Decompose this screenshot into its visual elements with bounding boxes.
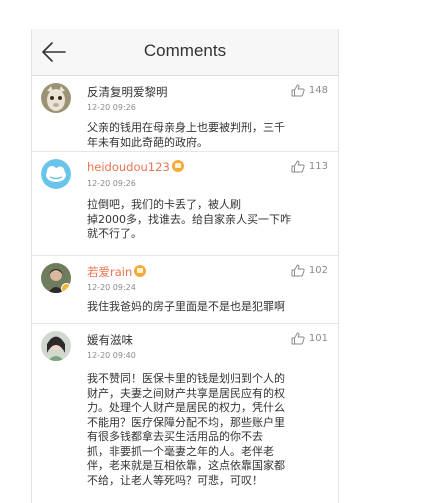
username-text[interactable]: 若爱rain xyxy=(87,265,132,279)
avatar[interactable] xyxy=(41,83,71,113)
comment-line: 就不行了。 xyxy=(87,227,142,240)
comment-time: 12-20 09:24 xyxy=(87,283,136,292)
thumbs-up-icon xyxy=(291,332,305,345)
comment-text: 父亲的钱用在母亲身上也要被判刑，三千 年未有如此奇葩的政府。 xyxy=(32,121,301,150)
verified-badge-icon xyxy=(61,283,71,293)
avatar[interactable] xyxy=(41,263,71,293)
comment-item: heidoudou123 12-20 09:26 113 拉倒吧，我们的卡丢了，… xyxy=(32,152,338,256)
header-bar: Comments xyxy=(32,29,338,76)
like-count: 102 xyxy=(308,265,328,276)
comment-line: 伴，老来就是互相依靠，这点依靠国家都 xyxy=(87,459,285,472)
page-title: Comments xyxy=(143,41,227,60)
comment-line: 不能用？医疗保障分配不均，那些账户里 xyxy=(87,415,285,429)
like-button[interactable]: 101 xyxy=(291,332,328,345)
comment-line: 力。处理个人财产是居民的权力，凭什么 xyxy=(87,401,285,414)
comment-line: 年未有如此奇葩的政府。 xyxy=(87,135,208,149)
comment-line: 不给，让老人等死吗？可悲，可叹！ xyxy=(87,473,263,487)
comment-line: 财产，夫妻之间财产共享是居民应有的权 xyxy=(87,386,285,400)
thumbs-up-icon xyxy=(291,84,305,97)
vip-badge-icon xyxy=(171,160,184,172)
comment-line: 父亲的钱用在母亲身上也要被判刑，三千 xyxy=(87,121,285,134)
comment-line: 我住我爸妈的房子里面是不是也是犯罪啊 xyxy=(87,300,285,313)
thumbs-up-icon xyxy=(291,160,305,173)
like-count: 148 xyxy=(308,85,328,96)
avatar[interactable] xyxy=(41,331,71,361)
username-text[interactable]: heidoudou123 xyxy=(87,160,170,174)
comment-username[interactable]: 反清复明爱黎明 xyxy=(87,84,168,100)
like-button[interactable]: 102 xyxy=(291,264,328,277)
like-button[interactable]: 148 xyxy=(291,84,328,97)
comment-line: 抓，非要抓一个毫妻之年的人。老伴老 xyxy=(87,444,274,458)
comment-list: 反清复明爱黎明 12-20 09:26 148 父亲的钱用在母亲身上也要被判刑，… xyxy=(32,76,338,503)
like-count: 113 xyxy=(308,161,328,172)
comment-time: 12-20 09:26 xyxy=(87,179,136,188)
comment-line: 掉2000多，找谁去。给自家亲人买一下咋 xyxy=(87,212,291,226)
comments-screen: Comments 反清复明爱黎明 12-20 09:26 148 父亲的钱用在母… xyxy=(31,29,339,503)
comment-item: 若爱rain 12-20 09:24 102 我住我爸妈的房子里面是不是也是犯罪… xyxy=(32,256,338,324)
avatar[interactable] xyxy=(41,159,71,189)
thumbs-up-icon xyxy=(291,264,305,277)
comment-line: 有很多钱都拿去买生活用品的你不去 xyxy=(87,430,263,443)
comment-line: 我不赞同！医保卡里的钱是划归到个人的 xyxy=(87,372,285,385)
comment-text: 拉倒吧，我们的卡丢了，被人刷 掉2000多，找谁去。给自家亲人买一下咋 就不行了… xyxy=(32,198,307,242)
comment-time: 12-20 09:26 xyxy=(87,103,136,112)
comment-item: 反清复明爱黎明 12-20 09:26 148 父亲的钱用在母亲身上也要被判刑，… xyxy=(32,76,338,152)
vip-badge-icon xyxy=(134,265,147,277)
comment-text: 我住我爸妈的房子里面是不是也是犯罪啊 xyxy=(32,300,301,315)
comment-item: 媛有滋味 12-20 09:40 101 我不赞同！医保卡里的钱是划归到个人的 … xyxy=(32,324,338,503)
like-button[interactable]: 113 xyxy=(291,160,328,173)
comment-username[interactable]: 媛有滋味 xyxy=(87,332,133,348)
like-count: 101 xyxy=(308,333,328,344)
comment-text: 我不赞同！医保卡里的钱是划归到个人的 财产，夫妻之间财产共享是居民应有的权 力。… xyxy=(32,372,301,488)
comment-line: 拉倒吧，我们的卡丢了，被人刷 xyxy=(87,198,241,211)
comment-username[interactable]: heidoudou123 xyxy=(87,160,184,174)
comment-time: 12-20 09:40 xyxy=(87,351,136,360)
comment-username[interactable]: 若爱rain xyxy=(87,264,147,280)
